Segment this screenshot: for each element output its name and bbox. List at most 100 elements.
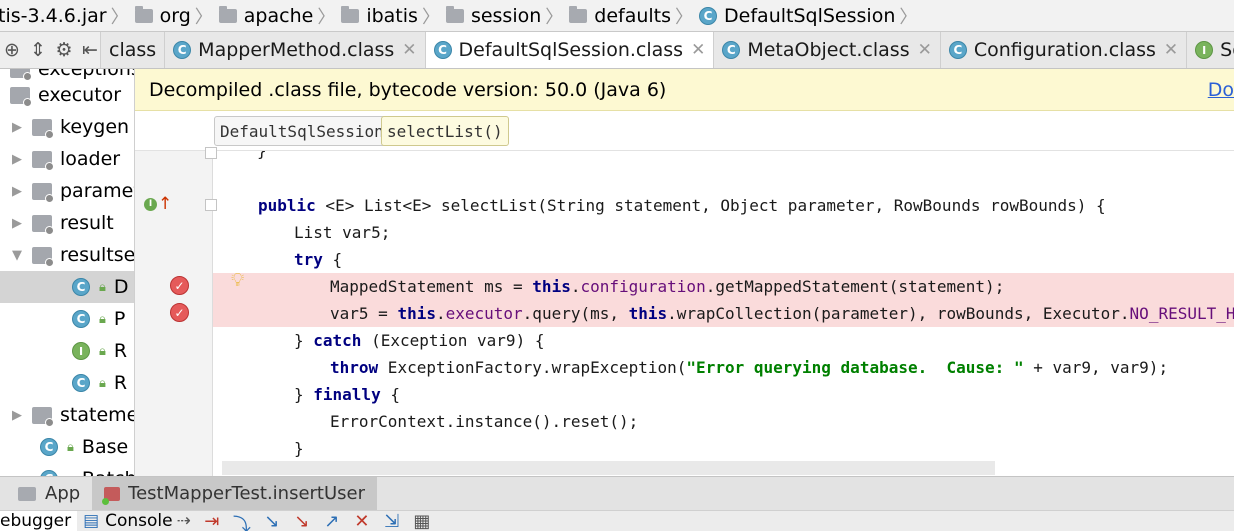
crumb-session[interactable]: session — [445, 4, 542, 27]
tab-defaultsqlsession[interactable]: C DefaultSqlSession.class ✕ — [425, 32, 715, 68]
folder-icon — [341, 5, 360, 23]
crumb-label: defaults — [594, 4, 672, 27]
class-icon: C — [173, 41, 192, 59]
console-tab[interactable]: ▤ Console ⇢ — [77, 511, 197, 531]
tree-item-label: result — [60, 212, 114, 234]
tree-item-batch[interactable]: C 🔒︎ Batch — [40, 463, 134, 476]
interface-icon: I — [72, 342, 90, 360]
run-tab-label: TestMapperTest.insertUser — [128, 483, 366, 504]
collapse-arrow-icon[interactable]: ▼ — [10, 248, 24, 263]
class-icon: C — [722, 41, 741, 59]
code-line: List var5; — [294, 223, 391, 242]
tree-item-label: stateme — [60, 404, 135, 426]
crumb-label: org — [159, 4, 191, 27]
close-icon[interactable]: ✕ — [402, 40, 416, 60]
class-chip[interactable]: DefaultSqlSession — [214, 116, 390, 146]
collapse-all-icon[interactable]: ⇕ — [28, 39, 48, 61]
debugger-tab[interactable]: ebugger — [0, 511, 78, 531]
crumb-ibatis[interactable]: ibatis — [341, 5, 418, 27]
tab-label: class — [109, 39, 157, 61]
project-tree: exceptions executor ▶ keygen ▶ loader ▶ … — [0, 69, 135, 476]
tab-label: SqlS — [1220, 39, 1234, 61]
package-icon — [32, 214, 54, 235]
console-icon: ▤ — [83, 511, 100, 531]
tree-item-label: Base — [81, 436, 129, 458]
tab-sqls[interactable]: I SqlS — [1187, 32, 1234, 68]
tree-item-class-p[interactable]: C 🔒︎ P — [72, 303, 125, 335]
tree-item-keygen[interactable]: ▶ keygen — [10, 111, 129, 143]
code-editor[interactable]: } public <E> List<E> selectList(String s… — [213, 151, 1234, 476]
code-line: } catch (Exception var9) { — [294, 331, 545, 350]
banner-link[interactable]: Do — [1208, 79, 1234, 101]
class-icon: C — [433, 41, 452, 59]
tree-item-result[interactable]: ▶ result — [10, 207, 114, 239]
tree-item-class-r[interactable]: C 🔒︎ R — [72, 367, 127, 399]
package-icon — [32, 406, 54, 427]
lock-icon: 🔒︎ — [99, 343, 106, 359]
lock-icon: 🔒︎ — [99, 279, 106, 295]
expand-arrow-icon[interactable]: ▶ — [10, 120, 24, 135]
lightbulb-icon[interactable]: 💡︎ — [231, 269, 244, 291]
drop-frame-icon[interactable]: ✕ — [347, 511, 377, 531]
tree-item-base[interactable]: C 🔒︎ Base — [40, 431, 128, 463]
tree-item-statement[interactable]: ▶ stateme — [10, 399, 135, 431]
folder-icon — [218, 5, 237, 23]
tab-configuration[interactable]: C Configuration.class ✕ — [941, 32, 1188, 68]
crumb-defaults[interactable]: defaults — [569, 5, 671, 27]
crumb-label: tis-3.4.6.jar — [0, 4, 107, 27]
step-into-icon[interactable]: ↘ — [257, 511, 287, 531]
horizontal-scrollbar[interactable] — [222, 461, 995, 475]
tree-item-resultset[interactable]: ▼ resultse — [10, 239, 134, 271]
evaluate-expression-icon[interactable]: ▦ — [407, 511, 437, 531]
implements-method-icon[interactable]: I ↑ — [144, 194, 172, 214]
tab-metaobject[interactable]: C MetaObject.class ✕ — [714, 32, 941, 68]
step-out-icon[interactable]: ↗ — [317, 511, 347, 531]
tab-mappermethod[interactable]: C MapperMethod.class ✕ — [165, 32, 426, 68]
locate-icon[interactable]: ⊕ — [2, 39, 22, 61]
code-line: } finally { — [294, 385, 400, 404]
close-icon[interactable]: ✕ — [691, 40, 705, 60]
pin-icon: ⇢ — [176, 511, 191, 531]
close-icon[interactable]: ✕ — [918, 40, 932, 60]
run-tab-app[interactable]: App — [0, 477, 92, 510]
banner-text: Decompiled .class file, bytecode version… — [149, 78, 667, 101]
expand-arrow-icon[interactable]: ▶ — [10, 408, 24, 423]
step-over-icon[interactable]: ⤵ — [227, 511, 257, 531]
chevron-right-icon: 〉 — [317, 6, 336, 28]
crumb-label: apache — [243, 4, 314, 27]
show-execution-point-icon[interactable]: ⇥ — [197, 511, 227, 531]
class-icon: C — [72, 374, 90, 392]
crumb-jar[interactable]: tis-3.4.6.jar — [0, 5, 107, 27]
folder-icon — [134, 5, 153, 23]
package-icon — [32, 150, 54, 171]
tree-item-parameter[interactable]: ▶ paramete — [10, 175, 134, 207]
method-chip[interactable]: selectList() — [381, 116, 509, 146]
force-step-into-icon[interactable]: ↘ — [287, 511, 317, 531]
expand-arrow-icon[interactable]: ▶ — [10, 184, 24, 199]
tab-class[interactable]: class — [101, 32, 166, 68]
crumb-org[interactable]: org — [134, 4, 191, 27]
tree-item-label: Batch — [82, 468, 134, 476]
breakpoint-icon[interactable]: ✓ — [170, 276, 189, 295]
crumb-label: session — [470, 4, 542, 27]
gear-icon[interactable]: ⚙ — [54, 39, 74, 61]
tab-label: MapperMethod.class — [198, 39, 395, 61]
expand-arrow-icon[interactable]: ▶ — [10, 216, 24, 231]
crumb-defaultsqlsession[interactable]: C DefaultSqlSession — [699, 5, 895, 27]
hide-icon[interactable]: ⇤ — [80, 39, 100, 61]
tree-item-executor[interactable]: executor — [10, 79, 121, 111]
tree-item-interface-r[interactable]: I 🔒︎ R — [72, 335, 127, 367]
run-to-cursor-icon[interactable]: ⇲ — [377, 511, 407, 531]
folder-icon — [445, 5, 464, 23]
tree-item-loader[interactable]: ▶ loader — [10, 143, 120, 175]
run-tab-test[interactable]: TestMapperTest.insertUser — [92, 477, 378, 510]
close-icon[interactable]: ✕ — [1164, 40, 1178, 60]
crumb-apache[interactable]: apache — [218, 4, 314, 27]
tree-item-selected-class[interactable]: C 🔒︎ D — [0, 271, 134, 303]
class-icon: C — [948, 41, 967, 59]
expand-arrow-icon[interactable]: ▶ — [10, 152, 24, 167]
package-icon — [32, 246, 54, 267]
breakpoint-icon[interactable]: ✓ — [170, 303, 189, 322]
application-icon — [18, 486, 36, 501]
package-icon — [10, 86, 32, 107]
